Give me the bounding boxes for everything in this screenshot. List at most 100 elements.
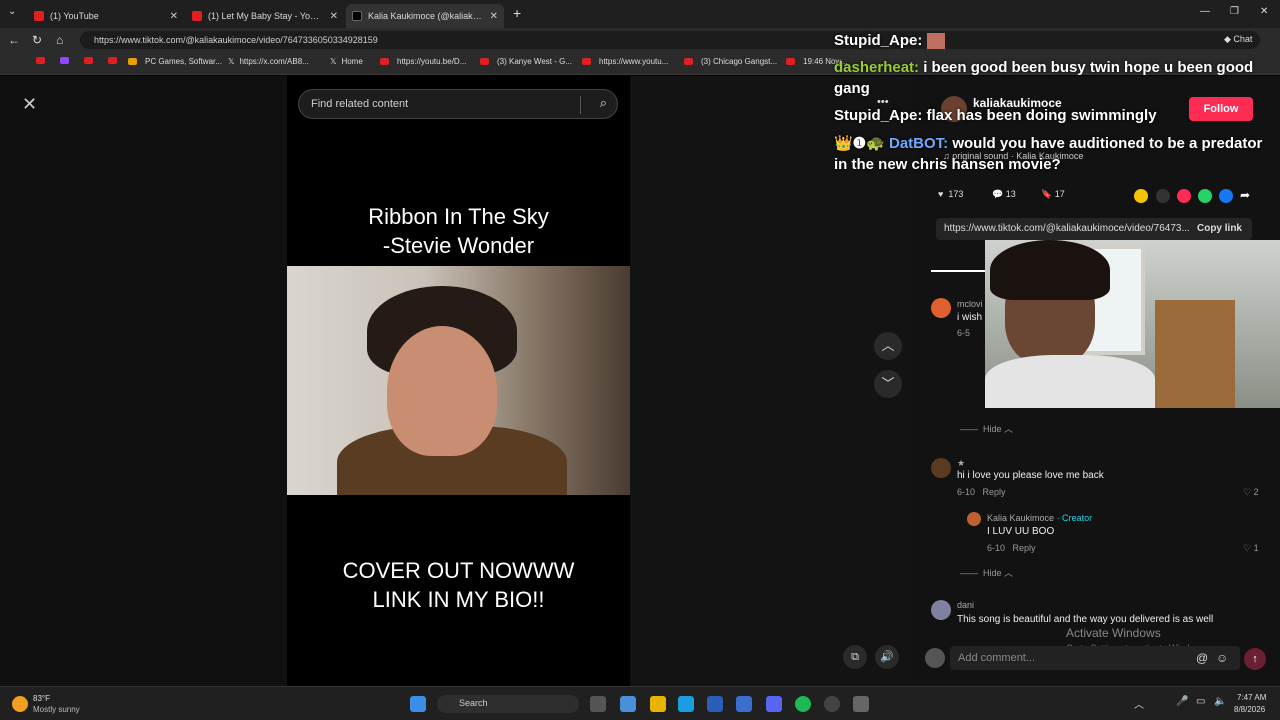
comment-like[interactable]: ♡ 2 — [1243, 487, 1259, 498]
bookmark-youtube-2[interactable] — [84, 57, 101, 64]
volume-button[interactable]: 🔊 — [875, 645, 899, 669]
taskbar-search[interactable]: Search — [437, 695, 579, 713]
comment-author[interactable]: Kalia Kaukimoce · Creator — [987, 513, 1092, 523]
youtube-icon — [108, 57, 117, 64]
bookmark-kanye[interactable]: (3) Kanye West - G... — [480, 57, 572, 66]
activate-windows-watermark: Activate Windows — [1066, 626, 1161, 640]
tab-list-icon[interactable]: ⌄ — [8, 6, 16, 17]
bookmark-pc-games[interactable]: PC Games, Softwar... — [128, 57, 222, 66]
youtube-icon — [36, 57, 45, 64]
send-icon[interactable] — [1177, 189, 1191, 203]
close-tab-icon[interactable]: ✕ — [330, 11, 338, 22]
youtube-icon — [582, 58, 591, 65]
share-arrow-icon[interactable]: ➦ — [1240, 188, 1250, 202]
spotify-icon[interactable] — [795, 696, 811, 712]
network-icon[interactable]: ▭ — [1196, 696, 1205, 707]
weather-temp[interactable]: 83°F — [33, 694, 50, 703]
reply-button[interactable]: Reply — [1013, 543, 1036, 553]
save-stat[interactable]: 🔖 17 — [1041, 189, 1065, 200]
next-video-button[interactable]: ﹀ — [874, 370, 902, 398]
copy-link-button[interactable]: Copy link — [1197, 223, 1242, 234]
refresh-icon[interactable]: ↻ — [32, 33, 42, 47]
comment-like[interactable]: ♡ 1 — [1243, 543, 1259, 554]
app-icon[interactable] — [620, 696, 636, 712]
comment-date: 6-5 — [957, 328, 971, 338]
avatar[interactable] — [931, 458, 951, 478]
tab-tiktok[interactable]: Kalia Kaukimoce (@kaliakauki ✕ — [346, 4, 504, 28]
post-comment-button[interactable]: ↑ — [1244, 648, 1266, 670]
bookmark-youtube-com[interactable]: https://www.youtu... — [582, 57, 668, 66]
tray-chevron-icon[interactable]: ︿ — [1134, 696, 1144, 711]
bookmark-youtu-be[interactable]: https://youtu.be/D... — [380, 57, 466, 66]
video-title: Ribbon In The Sky -Stevie Wonder — [368, 204, 549, 258]
reply-button[interactable]: Reply — [983, 487, 1006, 497]
new-tab-button[interactable]: + — [513, 5, 521, 21]
youtube-icon — [34, 11, 44, 21]
close-tab-icon[interactable]: ✕ — [170, 11, 178, 22]
file-explorer-icon[interactable] — [650, 696, 666, 712]
hide-replies-button[interactable]: —— Hide ︿ — [960, 566, 1013, 579]
avatar[interactable] — [931, 600, 951, 620]
settings-icon[interactable] — [853, 696, 869, 712]
my-avatar — [925, 648, 945, 668]
weather-icon[interactable] — [12, 696, 28, 712]
tab-let-my-baby-stay[interactable]: (1) Let My Baby Stay - YouTube ✕ — [186, 4, 344, 28]
chat-line: Stupid_Ape: flax has been doing swimming… — [834, 107, 1157, 124]
picture-in-picture-button[interactable]: ⧉ — [843, 645, 867, 669]
comment-author[interactable]: ★ — [957, 458, 965, 469]
mention-icon[interactable]: @ — [1196, 651, 1208, 665]
volume-icon[interactable]: 🔈 — [1214, 696, 1226, 707]
edge-icon[interactable] — [678, 696, 694, 712]
bookmark-home[interactable]: 𝕏 Home — [330, 57, 363, 66]
singer-face — [387, 326, 497, 456]
like-stat[interactable]: ♥ 173 — [938, 189, 963, 199]
comment-stat[interactable]: 💬 13 — [992, 189, 1016, 200]
hide-replies-button[interactable]: —— Hide ︿ — [960, 422, 1013, 435]
tab-youtube[interactable]: (1) YouTube ✕ — [28, 4, 184, 28]
bookmark-x-ab8[interactable]: 𝕏https://x.com/AB8... — [228, 57, 309, 66]
app-icon[interactable] — [736, 696, 752, 712]
search-icon[interactable]: ⌕ — [600, 95, 607, 111]
close-video-icon[interactable]: ✕ — [22, 94, 37, 115]
facebook-icon[interactable] — [1219, 189, 1233, 203]
whatsapp-icon[interactable] — [1198, 189, 1212, 203]
mic-icon[interactable]: 🎤 — [1176, 696, 1188, 707]
weather-desc[interactable]: Mostly sunny — [33, 705, 80, 714]
start-icon[interactable] — [410, 696, 426, 712]
chat-line: dasherheat: i been good been busy twin h… — [834, 59, 1254, 97]
related-search-input[interactable]: Find related content ⌕ — [298, 89, 618, 119]
minimize-icon[interactable]: — — [1200, 6, 1210, 17]
avatar[interactable] — [967, 512, 981, 526]
emoji-icon[interactable]: ☺ — [1216, 651, 1228, 665]
bookmark-youtube[interactable] — [36, 57, 53, 64]
home-icon[interactable]: ⌂ — [56, 33, 63, 47]
maximize-icon[interactable]: ❐ — [1230, 6, 1239, 17]
embed-icon[interactable] — [1156, 189, 1170, 203]
left-backdrop — [0, 76, 287, 686]
comment-text: This song is beautiful and the way you d… — [957, 614, 1214, 625]
comment-author[interactable]: dani — [957, 600, 974, 610]
clock-time[interactable]: 7:47 AM — [1237, 693, 1266, 702]
bookmark-youtube-3[interactable] — [108, 57, 125, 64]
avatar[interactable] — [931, 298, 951, 318]
store-icon[interactable] — [707, 696, 723, 712]
back-icon[interactable]: ← — [8, 33, 20, 47]
ape-emote-icon — [926, 33, 945, 50]
discord-icon[interactable] — [766, 696, 782, 712]
comment-author[interactable]: mclovi — [957, 299, 983, 309]
youtube-icon — [192, 11, 202, 21]
task-view-icon[interactable] — [590, 696, 606, 712]
youtube-icon — [380, 58, 389, 65]
close-tab-icon[interactable]: ✕ — [490, 11, 498, 22]
window-close-icon[interactable]: ✕ — [1260, 6, 1268, 17]
bookmark-twitch[interactable] — [60, 57, 77, 64]
streamer-shirt — [985, 355, 1155, 408]
bookmark-chicago[interactable]: (3) Chicago Gangst... — [684, 57, 777, 66]
obs-icon[interactable] — [824, 696, 840, 712]
x-icon: 𝕏 — [228, 57, 235, 66]
browser-tab-bar: ⌄ (1) YouTube ✕ (1) Let My Baby Stay - Y… — [0, 0, 1280, 28]
clock-date[interactable]: 8/8/2026 — [1234, 705, 1265, 714]
previous-video-button[interactable]: ︿ — [874, 332, 902, 360]
video-caption: COVER OUT NOWWW LINK IN MY BIO!! — [342, 558, 575, 612]
share-coin-icon[interactable] — [1134, 189, 1148, 203]
